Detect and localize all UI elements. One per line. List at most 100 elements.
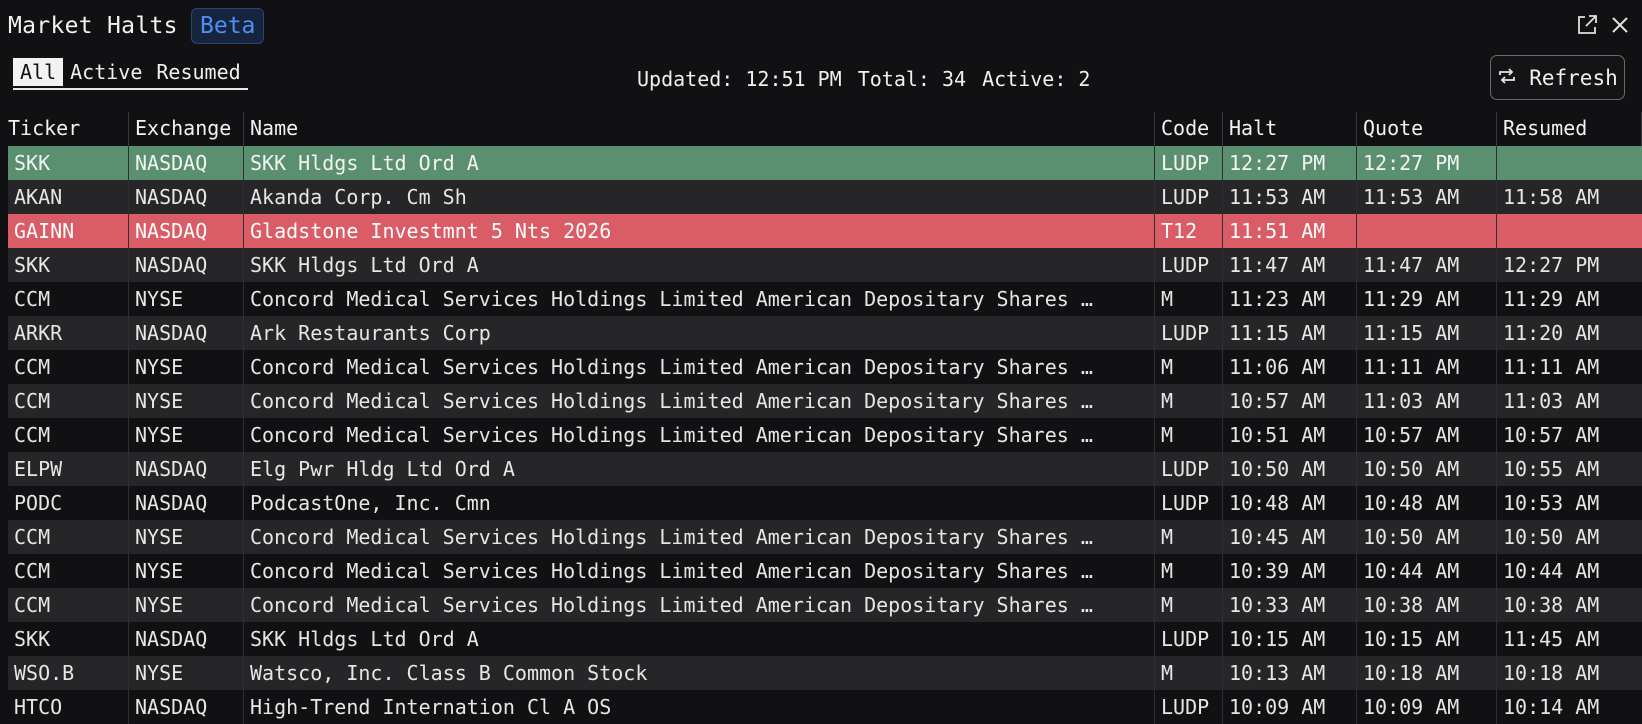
tab-resumed[interactable]: Resumed [149, 58, 247, 86]
column-header-resumed[interactable]: Resumed [1497, 112, 1642, 146]
cell-exchange: NASDAQ [129, 180, 244, 214]
table-row[interactable]: ARKR NASDAQ Ark Restaurants Corp LUDP 11:15 … [8, 316, 1642, 350]
cell-exchange: NASDAQ [129, 146, 244, 180]
cell-resumed: 11:03 AM [1503, 389, 1600, 413]
cell-code: LUDP [1155, 452, 1223, 486]
cell-halt: 11:53 AM [1223, 180, 1357, 214]
cell-resumed: 11:45 AM [1503, 627, 1600, 651]
column-header-exchange[interactable]: Exchange [129, 112, 244, 146]
cell-resumed: 12:27 PM [1503, 253, 1600, 277]
table-row[interactable]: CCM NYSE Concord Medical Services Holdings… [8, 350, 1642, 384]
cell-halt: 10:39 AM [1223, 554, 1357, 588]
cell-ticker: WSO.B [8, 656, 129, 690]
cell-halt: 10:15 AM [1223, 622, 1357, 656]
tab-all[interactable]: All [13, 58, 64, 86]
cell-name: Ark Restaurants Corp [244, 316, 1155, 350]
cell-resumed: 10:44 AM [1503, 559, 1600, 583]
refresh-label: Refresh [1529, 65, 1618, 90]
table-header: Ticker Exchange Name Code Halt Quote Res… [8, 112, 1642, 146]
cell-name: Concord Medical Services Holdings Limite… [244, 282, 1155, 316]
cell-code: LUDP [1155, 146, 1223, 180]
active-count: Active: 2 [982, 67, 1091, 91]
cell-quote: 11:11 AM [1357, 350, 1497, 384]
halts-table: Ticker Exchange Name Code Halt Quote Res… [8, 112, 1642, 724]
tab-active[interactable]: Active [63, 58, 149, 86]
cell-quote: 11:03 AM [1357, 384, 1497, 418]
cell-code: LUDP [1155, 248, 1223, 282]
column-header-code[interactable]: Code [1155, 112, 1223, 146]
table-row[interactable]: SKK NASDAQ SKK Hldgs Ltd Ord A LUDP 10:15 AM… [8, 622, 1642, 656]
cell-ticker: CCM [8, 282, 129, 316]
cell-name: Watsco, Inc. Class B Common Stock [244, 656, 1155, 690]
cell-halt: 11:51 AM [1223, 214, 1357, 248]
cell-code: LUDP [1155, 316, 1223, 350]
cell-code: M [1155, 588, 1223, 622]
cell-resumed: 10:50 AM [1503, 525, 1600, 549]
cell-halt: 11:15 AM [1223, 316, 1357, 350]
external-link-icon[interactable] [1572, 10, 1602, 40]
table-row[interactable]: PODC NASDAQ PodcastOne, Inc. Cmn LUDP 10:48 … [8, 486, 1642, 520]
table-row[interactable]: CCM NYSE Concord Medical Services Holdings… [8, 418, 1642, 452]
cell-resumed: 10:18 AM [1503, 661, 1600, 685]
cell-quote: 10:38 AM [1357, 588, 1497, 622]
cell-exchange: NASDAQ [129, 486, 244, 520]
cell-quote: 10:48 AM [1357, 486, 1497, 520]
cell-exchange: NYSE [129, 350, 244, 384]
cell-halt: 10:33 AM [1223, 588, 1357, 622]
table-row[interactable]: GAINN NASDAQ Gladstone Investmnt 5 Nts 202… [8, 214, 1642, 248]
cell-resumed: 11:29 AM [1503, 287, 1600, 311]
close-icon[interactable] [1605, 10, 1635, 40]
cell-resumed: 10:14 AM [1503, 695, 1600, 719]
table-row[interactable]: HTCO NASDAQ High-Trend Internation Cl A OS… [8, 690, 1642, 724]
table-row[interactable]: SKK NASDAQ SKK Hldgs Ltd Ord A LUDP 11:47 AM… [8, 248, 1642, 282]
title-bar: Market Halts Beta [0, 0, 1642, 52]
cell-exchange: NASDAQ [129, 316, 244, 350]
cell-exchange: NYSE [129, 418, 244, 452]
cell-code: M [1155, 520, 1223, 554]
cell-name: SKK Hldgs Ltd Ord A [244, 146, 1155, 180]
table-row[interactable]: CCM NYSE Concord Medical Services Holdings… [8, 588, 1642, 622]
cell-name: Concord Medical Services Holdings Limite… [244, 350, 1155, 384]
cell-quote: 11:53 AM [1357, 180, 1497, 214]
column-header-quote[interactable]: Quote [1357, 112, 1497, 146]
cell-name: PodcastOne, Inc. Cmn [244, 486, 1155, 520]
table-row[interactable]: ELPW NASDAQ Elg Pwr Hldg Ltd Ord A LUDP 10:5… [8, 452, 1642, 486]
table-row[interactable]: CCM NYSE Concord Medical Services Holdings… [8, 520, 1642, 554]
table-row[interactable]: CCM NYSE Concord Medical Services Holdings… [8, 554, 1642, 588]
table-row[interactable]: AKAN NASDAQ Akanda Corp. Cm Sh LUDP 11:53 AM… [8, 180, 1642, 214]
cell-code: M [1155, 418, 1223, 452]
cell-resumed: 10:55 AM [1503, 457, 1600, 481]
table-row[interactable]: WSO.B NYSE Watsco, Inc. Class B Common Sto… [8, 656, 1642, 690]
cell-name: Concord Medical Services Holdings Limite… [244, 588, 1155, 622]
cell-ticker: SKK [8, 146, 129, 180]
column-header-name[interactable]: Name [244, 112, 1155, 146]
cell-exchange: NYSE [129, 588, 244, 622]
cell-halt: 10:45 AM [1223, 520, 1357, 554]
beta-badge: Beta [191, 8, 265, 44]
cell-ticker: CCM [8, 554, 129, 588]
cell-name: SKK Hldgs Ltd Ord A [244, 248, 1155, 282]
table-body: SKK NASDAQ SKK Hldgs Ltd Ord A LUDP 12:27 PM… [8, 146, 1642, 724]
cell-halt: 10:09 AM [1223, 690, 1357, 724]
cell-quote: 10:50 AM [1357, 452, 1497, 486]
column-header-halt[interactable]: Halt [1223, 112, 1357, 146]
cell-halt: 10:13 AM [1223, 656, 1357, 690]
cell-code: M [1155, 282, 1223, 316]
cell-resumed: 10:38 AM [1503, 593, 1600, 617]
cell-resumed: 10:53 AM [1503, 491, 1600, 515]
table-row[interactable]: SKK NASDAQ SKK Hldgs Ltd Ord A LUDP 12:27 PM… [8, 146, 1642, 180]
cell-ticker: ARKR [8, 316, 129, 350]
cell-resumed [1497, 146, 1642, 180]
table-row[interactable]: CCM NYSE Concord Medical Services Holdings… [8, 384, 1642, 418]
cell-name: SKK Hldgs Ltd Ord A [244, 622, 1155, 656]
cell-name: Elg Pwr Hldg Ltd Ord A [244, 452, 1155, 486]
column-header-ticker[interactable]: Ticker [8, 112, 129, 146]
cell-quote: 10:15 AM [1357, 622, 1497, 656]
cell-halt: 10:50 AM [1223, 452, 1357, 486]
table-row[interactable]: CCM NYSE Concord Medical Services Holdings… [8, 282, 1642, 316]
cell-code: M [1155, 350, 1223, 384]
cell-ticker: SKK [8, 622, 129, 656]
cell-code: LUDP [1155, 690, 1223, 724]
refresh-button[interactable]: Refresh [1490, 55, 1625, 100]
cell-ticker: GAINN [8, 214, 129, 248]
